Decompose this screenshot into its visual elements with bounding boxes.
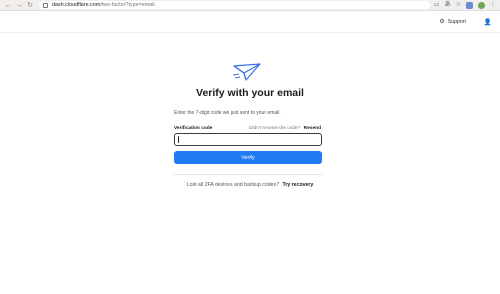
reload-button[interactable]: ↻	[26, 1, 34, 9]
user-icon[interactable]: 👤	[484, 18, 492, 26]
verification-code-label: Verification code	[174, 126, 213, 131]
profile-avatar-icon[interactable]	[478, 1, 485, 9]
support-link[interactable]: ⚙ Support	[439, 18, 466, 26]
url-host: dash.cloudflare.com	[52, 2, 101, 8]
resend-prompt-text: Didn't receive the code?	[249, 126, 301, 131]
back-button[interactable]: ←	[4, 1, 12, 9]
verification-code-input[interactable]	[174, 133, 322, 146]
extension-icon[interactable]	[466, 1, 473, 9]
resend-prompt: Didn't receive the code? Resend	[249, 126, 321, 131]
browser-toolbar: ← → ↻ dash.cloudflare.com/two-factor?typ…	[0, 0, 500, 11]
app-header: ⚙ Support 👤	[0, 11, 500, 33]
support-label: Support	[447, 18, 466, 25]
resend-link[interactable]: Resend	[304, 126, 321, 131]
cast-icon[interactable]: ▭	[434, 2, 440, 8]
recovery-prompt-text: Lost all 2FA devices and backup codes?	[186, 182, 279, 188]
recovery-prompt: Lost all 2FA devices and backup codes? T…	[0, 182, 500, 188]
url-path: /two-factor?type=email	[100, 2, 155, 8]
forward-button[interactable]: →	[15, 1, 23, 9]
site-info-icon[interactable]	[43, 2, 48, 8]
page-title: Verify with your email	[196, 87, 304, 99]
url-text: dash.cloudflare.com/two-factor?type=emai…	[52, 2, 155, 8]
translate-icon[interactable]: あ	[445, 2, 451, 8]
browser-actions: ▭ あ ☆ ⋮	[434, 1, 496, 9]
verify-email-panel: Verify with your email Enter the 7-digit…	[0, 34, 500, 294]
divider	[174, 174, 322, 175]
verify-button[interactable]: Verify	[174, 151, 322, 164]
address-bar[interactable]: dash.cloudflare.com/two-factor?type=emai…	[39, 1, 430, 9]
menu-icon[interactable]: ⋮	[490, 2, 496, 8]
paper-plane-icon	[233, 63, 261, 81]
try-recovery-link[interactable]: Try recovery	[282, 182, 313, 188]
bookmark-icon[interactable]: ☆	[456, 2, 461, 8]
gear-icon: ⚙	[439, 19, 445, 25]
page-subtitle: Enter the 7-digit code we just sent to y…	[174, 110, 281, 116]
text-caret	[178, 136, 179, 143]
